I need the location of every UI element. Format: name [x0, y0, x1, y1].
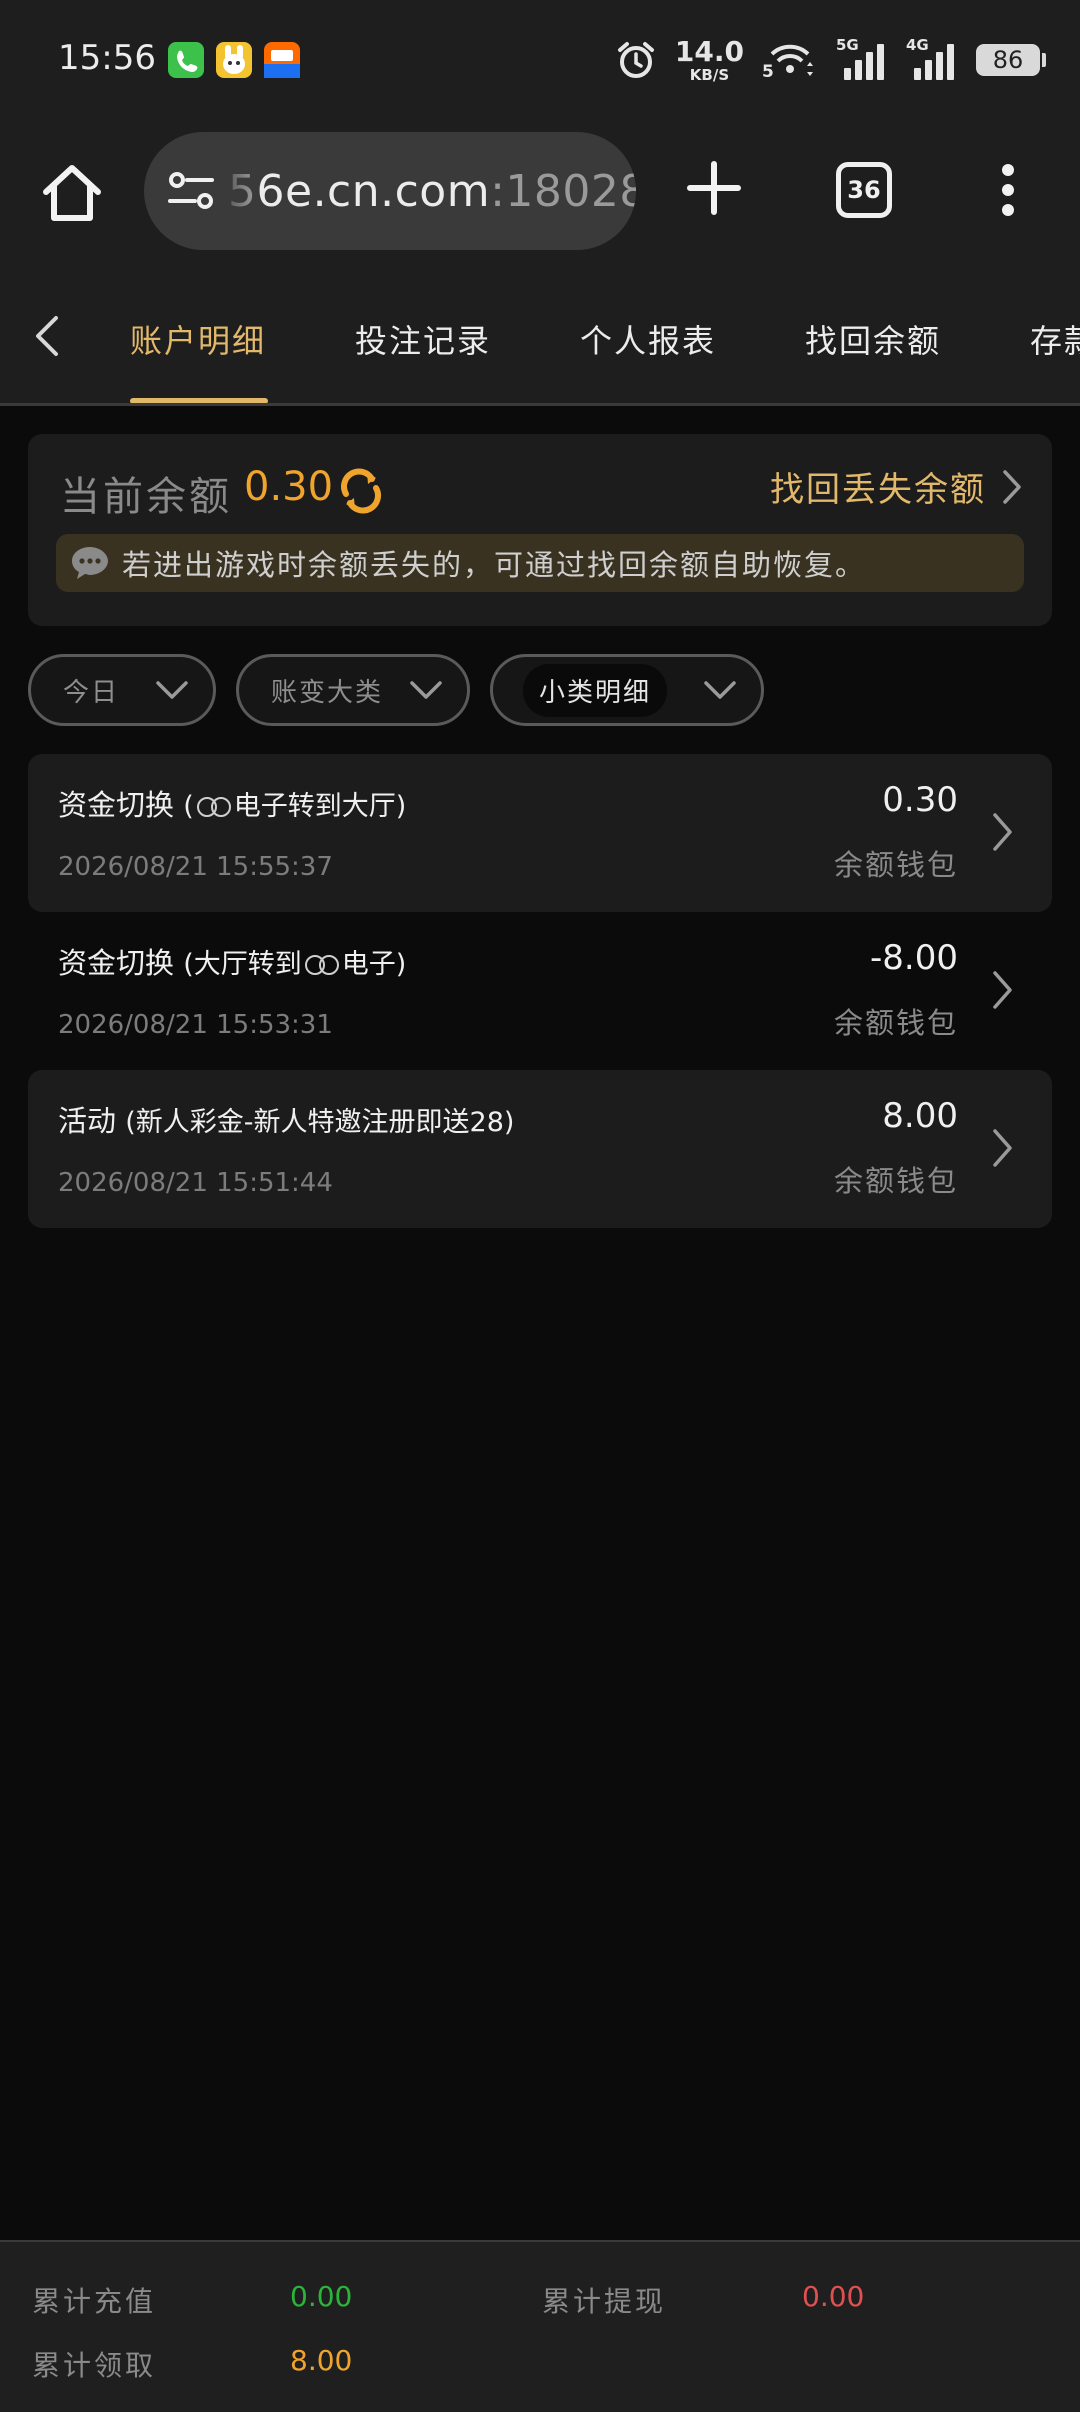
network-speed: 14.0 KB/S: [674, 34, 744, 84]
transaction-time: 2026/08/21 15:51:44: [58, 1168, 333, 1198]
subcategory-filter-value: 小类明细: [539, 677, 652, 708]
transaction-wallet: 余额钱包: [833, 1164, 958, 1198]
status-bar: 15:56 14.0 KB/S 5 5G 4G 86: [0, 0, 1080, 120]
summary-footer: 累计充值 0.00 累计提现 0.00 累计领取 8.00: [0, 2240, 1080, 2412]
chevron-down-icon: [704, 681, 736, 699]
taobao-app-icon: [264, 42, 300, 78]
transaction-type: 资金切换: [58, 946, 175, 980]
balance-value: 0.30: [244, 464, 334, 510]
date-filter-value: 今日: [63, 677, 120, 708]
transaction-time: 2026/08/21 15:53:31: [58, 1010, 333, 1040]
address-bar[interactable]: 56e.cn.com:18028: [144, 132, 636, 250]
chevron-down-icon: [410, 681, 442, 699]
chevron-left-icon: [36, 316, 58, 356]
transaction-title: 活动 (新人彩金-新人特邀注册即送28): [58, 1098, 514, 1140]
date-filter-dropdown[interactable]: 今日: [28, 654, 216, 726]
category-filter-dropdown[interactable]: 账变大类: [236, 654, 470, 726]
active-tab-indicator: [130, 398, 268, 403]
total-deposit-value: 0.00: [290, 2280, 353, 2313]
transaction-desc: 电子): [341, 949, 407, 980]
recover-lost-balance-link[interactable]: 找回丢失余额: [770, 462, 1024, 511]
refresh-icon: [341, 468, 381, 514]
back-button[interactable]: [30, 314, 64, 358]
home-button[interactable]: [36, 158, 108, 230]
transaction-amount: 0.30: [882, 780, 958, 820]
total-withdraw-label: 累计提现: [542, 2285, 667, 2318]
transaction-wallet: 余额钱包: [833, 1006, 958, 1040]
plus-icon: [687, 161, 741, 215]
tab-personal-report[interactable]: 个人报表: [580, 316, 716, 362]
pg-logo-icon: [304, 955, 339, 975]
total-claim-value: 8.00: [290, 2344, 353, 2377]
transaction-type: 资金切换: [58, 788, 175, 822]
transaction-type: 活动: [58, 1104, 117, 1138]
url-text: 56e.cn.com:18028: [228, 166, 636, 217]
recover-lost-balance-label: 找回丢失余额: [770, 470, 986, 510]
page-tab-bar: 账户明细 投注记录 个人报表 找回余额 存款: [0, 270, 1080, 406]
subcategory-filter-dropdown[interactable]: 小类明细: [490, 654, 764, 726]
tab-count: 36: [847, 176, 881, 204]
browser-toolbar: 56e.cn.com:18028 36: [0, 120, 1080, 270]
alarm-icon: [617, 42, 654, 78]
wifi-icon: 5: [762, 40, 818, 82]
notice-text: 若进出游戏时余额丢失的，可通过找回余额自助恢复。: [122, 548, 867, 582]
tab-deposit[interactable]: 存款: [1030, 316, 1080, 362]
chevron-right-icon: [993, 971, 1012, 1009]
transaction-desc-prefix: (: [183, 791, 194, 822]
transaction-amount: 8.00: [882, 1096, 958, 1136]
total-claim-label: 累计领取: [32, 2349, 157, 2382]
transaction-amount: -8.00: [870, 938, 958, 978]
network-speed-unit: KB/S: [689, 65, 730, 84]
signal-4g-label: 4G: [906, 36, 929, 54]
battery-icon: 86: [976, 44, 1046, 76]
category-filter-value: 账变大类: [271, 677, 384, 708]
network-speed-value: 14.0: [674, 34, 744, 68]
status-time: 15:56: [58, 38, 156, 78]
url-port: :18028: [490, 166, 636, 217]
transaction-desc: (新人彩金-新人特邀注册即送28): [125, 1107, 515, 1138]
url-host: 6e.cn.com: [256, 166, 491, 217]
tab-switcher-button[interactable]: 36: [836, 162, 892, 218]
notice-banner: 若进出游戏时余额丢失的，可通过找回余额自助恢复。: [56, 534, 1024, 592]
tab-bet-records[interactable]: 投注记录: [355, 316, 491, 362]
transaction-row[interactable]: 资金切换 (大厅转到 电子) 2026/08/21 15:53:31 -8.00 …: [28, 912, 1052, 1070]
tab-account-details[interactable]: 账户明细: [130, 316, 266, 362]
chevron-down-icon: [156, 681, 188, 699]
transaction-wallet: 余额钱包: [833, 848, 958, 882]
balance-label: 当前余额: [60, 474, 232, 520]
transaction-row[interactable]: 资金切换 ( 电子转到大厅) 2026/08/21 15:55:37 0.30 余…: [28, 754, 1052, 912]
chevron-right-icon: [993, 813, 1012, 851]
transaction-time: 2026/08/21 15:55:37: [58, 852, 333, 882]
new-tab-button[interactable]: [682, 156, 746, 220]
total-withdraw-value: 0.00: [802, 2280, 865, 2313]
home-icon: [43, 165, 101, 221]
signal-4g-icon: 4G: [906, 36, 958, 80]
phone-app-icon: [168, 42, 204, 78]
transaction-desc-prefix: (大厅转到: [183, 949, 302, 980]
transaction-title: 资金切换 ( 电子转到大厅): [58, 782, 406, 824]
pg-logo-icon: [196, 797, 231, 817]
tab-recover-balance[interactable]: 找回余额: [805, 316, 941, 362]
site-settings-icon[interactable]: [168, 170, 214, 212]
status-indicators: 14.0 KB/S 5 5G 4G 86: [615, 30, 1046, 90]
signal-5g-icon: 5G: [836, 36, 888, 80]
chat-bubble-icon: [72, 547, 108, 579]
transaction-title: 资金切换 (大厅转到 电子): [58, 940, 406, 982]
battery-level: 86: [992, 46, 1024, 74]
refresh-button[interactable]: [338, 468, 384, 514]
more-vertical-icon: [1002, 164, 1014, 216]
chevron-right-icon: [1003, 469, 1021, 504]
browser-menu-button[interactable]: [990, 160, 1026, 220]
total-deposit-label: 累计充值: [32, 2285, 157, 2318]
balance-card: 当前余额 0.30 找回丢失余额 若进出游戏时余额丢失的，可通过找回余额自助恢复…: [28, 434, 1052, 626]
transaction-desc: 电子转到大厅): [233, 791, 407, 822]
signal-5g-label: 5G: [836, 36, 859, 54]
transaction-row[interactable]: 活动 (新人彩金-新人特邀注册即送28) 2026/08/21 15:51:44…: [28, 1070, 1052, 1228]
game-app-icon: [216, 42, 252, 78]
chevron-right-icon: [993, 1129, 1012, 1167]
subcategory-chip: 小类明细: [523, 663, 668, 717]
